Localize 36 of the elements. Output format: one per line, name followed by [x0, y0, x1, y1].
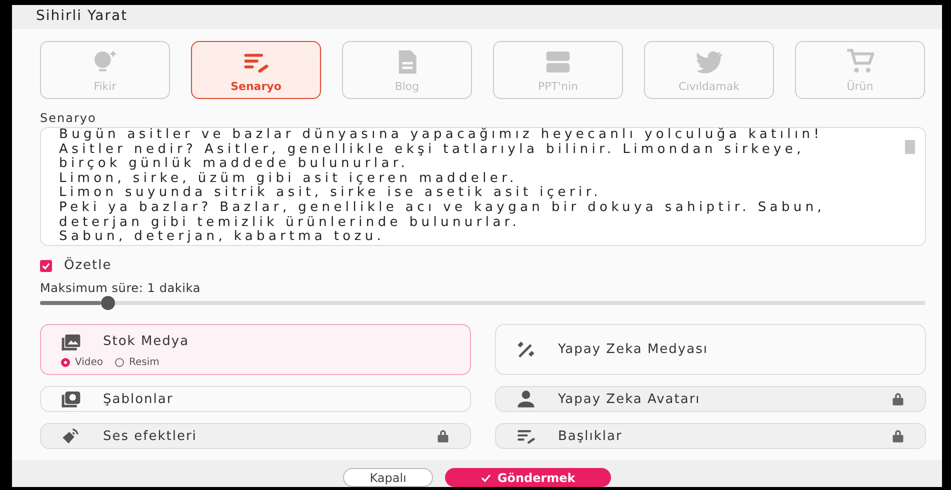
option-card[interactable]: Şablonlar	[40, 386, 471, 412]
option-card[interactable]: Yapay Zeka Medyası	[495, 324, 926, 375]
option-card[interactable]: Ses efektleri	[40, 423, 471, 449]
radio-dot[interactable]	[61, 358, 70, 366]
option-label: Şablonlar	[103, 392, 174, 406]
lock-icon	[891, 392, 905, 406]
option-label: Stok Medya	[103, 334, 190, 349]
templates-icon	[61, 389, 81, 409]
checkbox-label: Özetle	[64, 258, 112, 273]
mode-tab[interactable]: Senaryo	[191, 41, 321, 99]
submit-button[interactable]: Göndermek	[445, 468, 612, 487]
option-card[interactable]: Başlıklar	[495, 423, 926, 449]
close-button[interactable]: Kapalı	[342, 468, 434, 487]
lock-icon	[436, 429, 450, 443]
speaker-icon	[61, 426, 81, 446]
person-icon	[516, 389, 536, 409]
images-icon	[61, 332, 81, 352]
option-card[interactable]: Yapay Zeka Avatarı	[495, 386, 926, 412]
lock-icon	[891, 429, 905, 443]
option-label: Yapay Zeka Avatarı	[558, 392, 702, 406]
scrollbar-thumb[interactable]	[905, 140, 915, 154]
field-label: Senaryo	[40, 111, 98, 125]
radio-option[interactable]: Resim	[115, 356, 160, 368]
option-label: Ses efektleri	[103, 428, 198, 444]
checkbox[interactable]	[40, 260, 52, 272]
option-card[interactable]: Stok Medya Video Resim	[40, 324, 471, 375]
option-label: Yapay Zeka Medyası	[558, 342, 709, 357]
radio-dot[interactable]	[115, 358, 124, 366]
script-textarea[interactable]: Bugün asitler ve bazlar dünyasına yapacağımız heyecanlı yolculuğa katılın! Asitler nedir? Asitler, genellikle ekşi tatlarıyla bilinir. Limondan sirkeye, birçok günlük maddede bulunurlar. Limon, sirke, üzüm gibi asit içeren maddeler. Limon suyunda sitrik asit, sirke ise asetik asit içerir. Peki ya bazlar? Bazlar, genellikle acı ve kaygan bir dokuya sahiptir. Sabun, deterjan gibi temizlik ürünlerinde bulunurlar. Sabun, deterjan, kabartma tozu.	[40, 127, 926, 246]
check-icon	[481, 472, 492, 482]
radio-option[interactable]: Video	[61, 356, 104, 368]
slider-thumb[interactable]	[101, 296, 116, 310]
cart-icon	[846, 48, 874, 76]
window-title: Sihirli Yarat	[12, 5, 942, 29]
option-label: Başlıklar	[558, 428, 624, 444]
slider-label: Maksimum süre: 1 dakika	[40, 281, 202, 295]
